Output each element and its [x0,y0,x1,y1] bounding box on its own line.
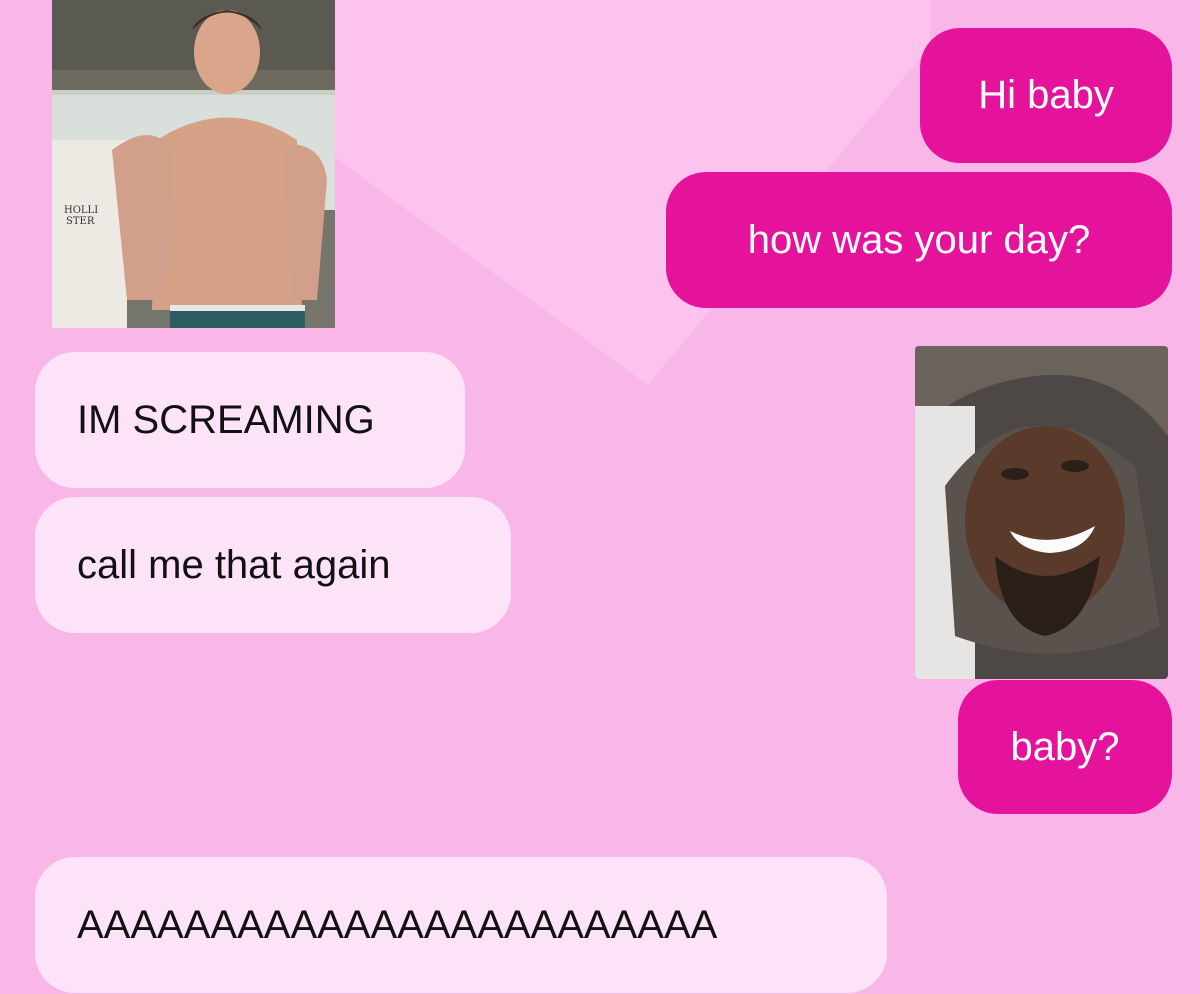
received-photo-shirtless-man[interactable]: HOLLI STER [52,0,335,328]
svg-text:HOLLI: HOLLI [64,205,98,216]
message-text: AAAAAAAAAAAAAAAAAAAAAAAA [77,902,718,947]
sent-photo-smiling-man[interactable] [915,346,1168,679]
received-message-bubble[interactable]: AAAAAAAAAAAAAAAAAAAAAAAA [35,857,887,993]
photo-image [915,346,1168,679]
photo-image: HOLLI STER [52,0,335,328]
sent-message-bubble[interactable]: how was your day? [666,172,1172,308]
message-text: how was your day? [747,217,1091,262]
message-text: baby? [1010,724,1120,769]
sent-message-bubble[interactable]: baby? [958,680,1172,814]
sent-message-bubble[interactable]: Hi baby [920,28,1172,163]
message-text: Hi baby [978,73,1114,117]
message-text: call me that again [77,542,391,587]
received-message-bubble[interactable]: IM SCREAMING [35,352,465,488]
message-text: IM SCREAMING [77,397,375,442]
svg-text:STER: STER [66,216,95,227]
received-message-bubble[interactable]: call me that again [35,497,511,633]
